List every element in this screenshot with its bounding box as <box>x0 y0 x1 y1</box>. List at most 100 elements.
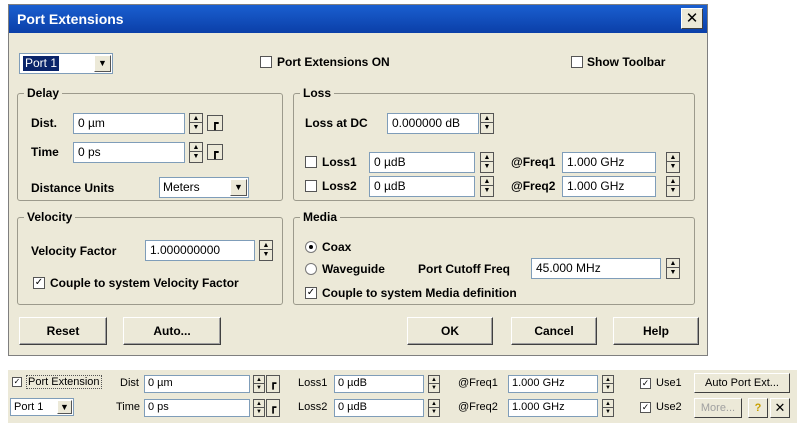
freq2-input[interactable]: 1.000 GHz <box>562 176 656 197</box>
question-icon: ? <box>754 402 762 414</box>
freq1-spinner[interactable]: ▲ ▼ <box>666 152 680 173</box>
loss-at-dc-spinner[interactable]: ▲ ▼ <box>480 113 494 134</box>
toolbar-close-button[interactable]: ✕ <box>770 398 790 418</box>
time-label: Time <box>31 145 59 159</box>
port-extension-label: Port Extension <box>26 375 102 389</box>
toolbar-loss2-label: Loss2 <box>298 401 328 413</box>
freq2-label: @Freq2 <box>511 179 556 193</box>
loss1-spinner[interactable]: ▲ ▼ <box>480 152 494 173</box>
dist-label: Dist. <box>31 116 58 130</box>
dialog-title: Port Extensions <box>17 11 124 27</box>
close-icon: ✕ <box>685 10 699 27</box>
time-step-icon[interactable]: ┏ <box>207 144 223 160</box>
toolbar-dist-spinner[interactable]: ▲ ▼ <box>253 375 265 393</box>
toolbar-dist-input[interactable]: 0 µm <box>144 375 250 393</box>
toolbar-port-select[interactable]: Port 1 ▼ <box>10 398 74 416</box>
more-button[interactable]: More... <box>694 398 742 418</box>
toolbar-freq1-spinner[interactable]: ▲ ▼ <box>602 375 614 393</box>
show-toolbar-checkbox[interactable] <box>571 56 583 68</box>
coax-label: Coax <box>322 240 352 254</box>
toolbar-freq2-label: @Freq2 <box>458 401 498 413</box>
couple-media-checkbox[interactable]: ✓ <box>305 287 317 299</box>
media-group-title: Media <box>300 210 341 224</box>
toolbar-freq1-input[interactable]: 1.000 GHz <box>508 375 598 393</box>
ok-button[interactable]: OK <box>407 317 493 345</box>
show-toolbar-label: Show Toolbar <box>587 55 666 69</box>
use1-checkbox[interactable]: ✓ <box>640 378 651 389</box>
coax-radio[interactable] <box>305 241 317 253</box>
title-bar[interactable]: Port Extensions ✕ <box>9 5 707 33</box>
port-extensions-on-label: Port Extensions ON <box>277 55 390 69</box>
loss-at-dc-label: Loss at DC <box>305 116 368 130</box>
port-extensions-dialog: Port Extensions ✕ Port 1 ▼ Port Extensio… <box>8 4 708 356</box>
cutoff-label: Port Cutoff Freq <box>418 262 510 276</box>
loss2-checkbox[interactable] <box>305 180 317 192</box>
loss-group-title: Loss <box>300 86 335 100</box>
loss1-label: Loss1 <box>322 155 357 169</box>
chevron-down-icon: ▼ <box>94 55 111 72</box>
cutoff-spinner[interactable]: ▲ ▼ <box>666 258 680 279</box>
freq1-label: @Freq1 <box>511 155 556 169</box>
loss2-label: Loss2 <box>322 179 357 193</box>
port-extension-checkbox[interactable]: ✓ <box>12 377 22 387</box>
toolbar-dist-label: Dist <box>120 377 139 389</box>
toolbar-dist-step-icon[interactable]: ┏ <box>266 375 280 393</box>
couple-velocity-checkbox[interactable]: ✓ <box>33 277 45 289</box>
use2-label: Use2 <box>656 401 682 413</box>
couple-media-label: Couple to system Media definition <box>322 286 517 300</box>
toolbar-freq2-spinner[interactable]: ▲ ▼ <box>602 399 614 417</box>
port-select[interactable]: Port 1 ▼ <box>19 53 113 74</box>
delay-group-title: Delay <box>24 86 63 100</box>
waveguide-label: Waveguide <box>322 262 385 276</box>
cutoff-input[interactable]: 45.000 MHz <box>531 258 661 279</box>
loss-at-dc-input[interactable]: 0.000000 dB <box>387 113 479 134</box>
auto-button[interactable]: Auto... <box>123 317 221 345</box>
toolbar-loss2-input[interactable]: 0 µdB <box>334 399 424 417</box>
time-input[interactable]: 0 ps <box>73 142 185 163</box>
toolbar-time-step-icon[interactable]: ┏ <box>266 399 280 417</box>
time-spinner[interactable]: ▲ ▼ <box>189 142 203 163</box>
cancel-button[interactable]: Cancel <box>511 317 597 345</box>
dist-step-icon[interactable]: ┏ <box>207 115 223 131</box>
distance-units-value: Meters <box>163 180 200 194</box>
distance-units-select[interactable]: Meters ▼ <box>159 177 249 198</box>
velocity-factor-input[interactable]: 1.000000000 <box>145 240 255 261</box>
close-icon: ✕ <box>774 400 786 415</box>
velocity-group-title: Velocity <box>24 210 76 224</box>
chevron-down-icon: ▼ <box>57 400 72 414</box>
auto-port-ext-button[interactable]: Auto Port Ext... <box>694 373 790 393</box>
toolbar-port-select-value: Port 1 <box>14 401 44 413</box>
toolbar-freq1-label: @Freq1 <box>458 377 498 389</box>
loss2-input[interactable]: 0 µdB <box>369 176 475 197</box>
waveguide-radio[interactable] <box>305 263 317 275</box>
freq1-input[interactable]: 1.000 GHz <box>562 152 656 173</box>
help-question-button[interactable]: ? <box>748 398 768 418</box>
use2-checkbox[interactable]: ✓ <box>640 402 651 413</box>
toolbar-time-input[interactable]: 0 ps <box>144 399 250 417</box>
velocity-factor-label: Velocity Factor <box>31 244 117 258</box>
help-button[interactable]: Help <box>613 317 699 345</box>
use1-label: Use1 <box>656 377 682 389</box>
toolbar-loss1-input[interactable]: 0 µdB <box>334 375 424 393</box>
toolbar-time-spinner[interactable]: ▲ ▼ <box>253 399 265 417</box>
dist-spinner[interactable]: ▲ ▼ <box>189 113 203 134</box>
reset-button[interactable]: Reset <box>19 317 107 345</box>
loss2-spinner[interactable]: ▲ ▼ <box>480 176 494 197</box>
couple-velocity-label: Couple to system Velocity Factor <box>50 276 239 290</box>
dist-input[interactable]: 0 µm <box>73 113 185 134</box>
port-extensions-on-checkbox[interactable] <box>260 56 272 68</box>
toolbar-loss1-label: Loss1 <box>298 377 328 389</box>
port-extension-toolbar: ✓ Port Extension Port 1 ▼ Dist 0 µm ▲ ▼ ┏… <box>8 370 797 423</box>
port-select-value: Port 1 <box>23 56 60 71</box>
velocity-group: Velocity <box>17 210 283 305</box>
toolbar-loss2-spinner[interactable]: ▲ ▼ <box>428 399 440 417</box>
loss1-input[interactable]: 0 µdB <box>369 152 475 173</box>
distance-units-label: Distance Units <box>31 181 115 195</box>
toolbar-loss1-spinner[interactable]: ▲ ▼ <box>428 375 440 393</box>
close-button[interactable]: ✕ <box>681 8 703 29</box>
toolbar-freq2-input[interactable]: 1.000 GHz <box>508 399 598 417</box>
velocity-factor-spinner[interactable]: ▲ ▼ <box>259 240 273 261</box>
loss1-checkbox[interactable] <box>305 156 317 168</box>
toolbar-time-label: Time <box>116 401 141 413</box>
freq2-spinner[interactable]: ▲ ▼ <box>666 176 680 197</box>
